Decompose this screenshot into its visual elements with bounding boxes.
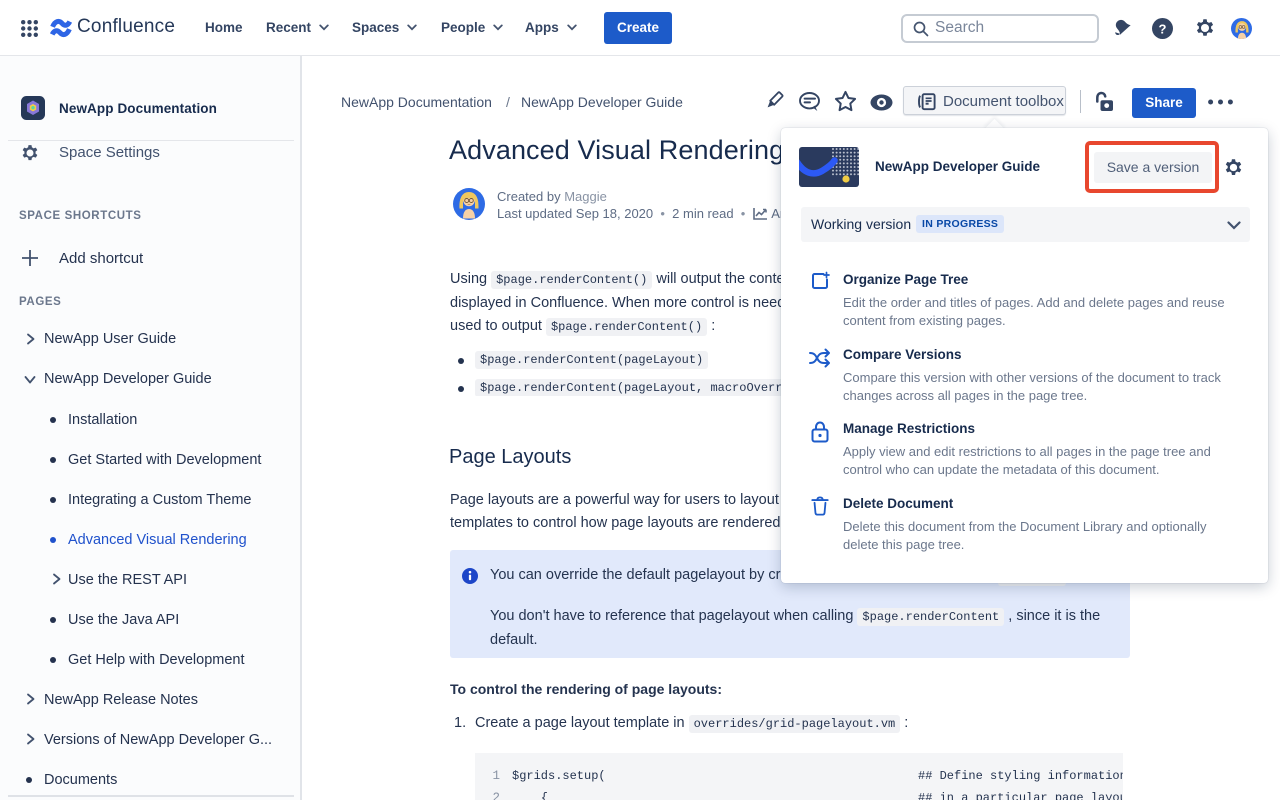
svg-text:?: ? [1159, 21, 1167, 36]
